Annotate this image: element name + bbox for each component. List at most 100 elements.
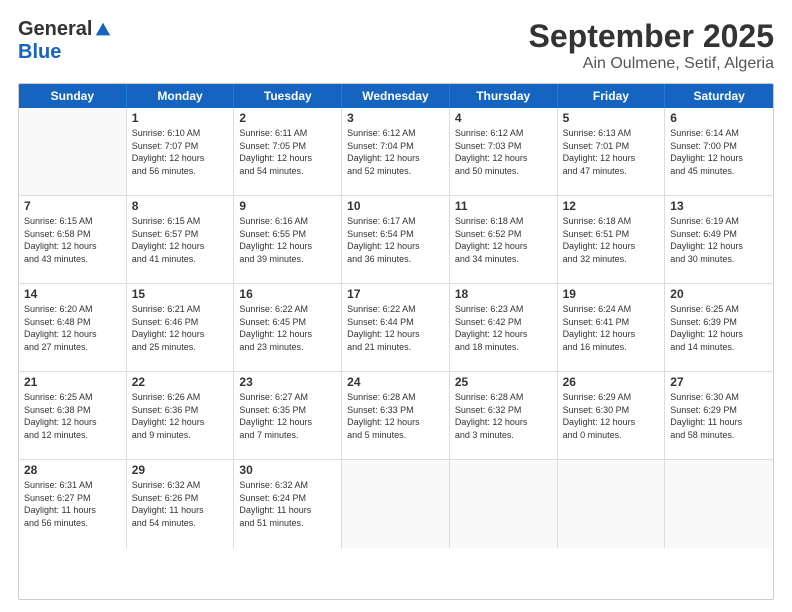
week-row-1: 1 Sunrise: 6:10 AM Sunset: 7:07 PM Daylig… bbox=[19, 108, 773, 196]
day-number: 29 bbox=[132, 463, 229, 477]
cell-w2-d3: 9Sunrise: 6:16 AM Sunset: 6:55 PM Daylig… bbox=[234, 196, 342, 283]
cell-w5-d4 bbox=[342, 460, 450, 548]
day-number: 15 bbox=[132, 287, 229, 301]
day-number: 20 bbox=[670, 287, 768, 301]
cell-w5-d2: 29 Sunrise: 6:32 AM Sunset: 6:26 PM Dayli… bbox=[127, 460, 235, 548]
day-number: 26 bbox=[563, 375, 660, 389]
cell-w2-d6: 12 Sunrise: 6:18 AM Sunset: 6:51 PM Dayli… bbox=[558, 196, 666, 283]
day-number: 19 bbox=[563, 287, 660, 301]
day-number: 24 bbox=[347, 375, 444, 389]
day-info: Sunrise: 6:29 AM Sunset: 6:30 PM Dayligh… bbox=[563, 391, 660, 441]
cell-w2-d5: 11 Sunrise: 6:18 AM Sunset: 6:52 PM Dayli… bbox=[450, 196, 558, 283]
day-info: Sunrise: 6:28 AM Sunset: 6:32 PM Dayligh… bbox=[455, 391, 552, 441]
cell-w1-d3: 2 Sunrise: 6:11 AM Sunset: 7:05 PM Daylig… bbox=[234, 108, 342, 195]
header-thursday: Thursday bbox=[450, 84, 558, 108]
cell-w4-d5: 25Sunrise: 6:28 AM Sunset: 6:32 PM Dayli… bbox=[450, 372, 558, 459]
cell-w2-d7: 13 Sunrise: 6:19 AM Sunset: 6:49 PM Dayli… bbox=[665, 196, 773, 283]
day-number: 2 bbox=[239, 111, 336, 125]
day-number: 5 bbox=[563, 111, 660, 125]
cell-w3-d6: 19 Sunrise: 6:24 AM Sunset: 6:41 PM Dayli… bbox=[558, 284, 666, 371]
day-info: Sunrise: 6:25 AM Sunset: 6:39 PM Dayligh… bbox=[670, 303, 768, 353]
day-number: 27 bbox=[670, 375, 768, 389]
page: General Blue September 2025 Ain Oulmene,… bbox=[0, 0, 792, 612]
day-info: Sunrise: 6:31 AM Sunset: 6:27 PM Dayligh… bbox=[24, 479, 121, 529]
cell-w4-d1: 21Sunrise: 6:25 AM Sunset: 6:38 PM Dayli… bbox=[19, 372, 127, 459]
header: General Blue September 2025 Ain Oulmene,… bbox=[18, 18, 774, 73]
day-info: Sunrise: 6:12 AM Sunset: 7:03 PM Dayligh… bbox=[455, 127, 552, 177]
day-number: 13 bbox=[670, 199, 768, 213]
cell-w4-d4: 24 Sunrise: 6:28 AM Sunset: 6:33 PM Dayli… bbox=[342, 372, 450, 459]
day-info: Sunrise: 6:26 AM Sunset: 6:36 PM Dayligh… bbox=[132, 391, 229, 441]
day-number: 1 bbox=[132, 111, 229, 125]
day-info: Sunrise: 6:27 AM Sunset: 6:35 PM Dayligh… bbox=[239, 391, 336, 441]
cell-w3-d2: 15 Sunrise: 6:21 AM Sunset: 6:46 PM Dayli… bbox=[127, 284, 235, 371]
day-info: Sunrise: 6:12 AM Sunset: 7:04 PM Dayligh… bbox=[347, 127, 444, 177]
cell-w2-d4: 10 Sunrise: 6:17 AM Sunset: 6:54 PM Dayli… bbox=[342, 196, 450, 283]
day-info: Sunrise: 6:24 AM Sunset: 6:41 PM Dayligh… bbox=[563, 303, 660, 353]
day-info: Sunrise: 6:18 AM Sunset: 6:51 PM Dayligh… bbox=[563, 215, 660, 265]
cell-w2-d1: 7Sunrise: 6:15 AM Sunset: 6:58 PM Daylig… bbox=[19, 196, 127, 283]
day-number: 17 bbox=[347, 287, 444, 301]
cell-w5-d7 bbox=[665, 460, 773, 548]
page-subtitle: Ain Oulmene, Setif, Algeria bbox=[529, 55, 774, 73]
calendar: Sunday Monday Tuesday Wednesday Thursday… bbox=[18, 83, 774, 600]
cell-w2-d2: 8Sunrise: 6:15 AM Sunset: 6:57 PM Daylig… bbox=[127, 196, 235, 283]
cell-w5-d6 bbox=[558, 460, 666, 548]
day-info: Sunrise: 6:21 AM Sunset: 6:46 PM Dayligh… bbox=[132, 303, 229, 353]
day-info: Sunrise: 6:20 AM Sunset: 6:48 PM Dayligh… bbox=[24, 303, 121, 353]
header-sunday: Sunday bbox=[19, 84, 127, 108]
header-saturday: Saturday bbox=[665, 84, 773, 108]
day-info: Sunrise: 6:11 AM Sunset: 7:05 PM Dayligh… bbox=[239, 127, 336, 177]
day-number: 9 bbox=[239, 199, 336, 213]
day-info: Sunrise: 6:32 AM Sunset: 6:26 PM Dayligh… bbox=[132, 479, 229, 529]
title-block: September 2025 Ain Oulmene, Setif, Alger… bbox=[529, 18, 774, 73]
cell-w1-d6: 5 Sunrise: 6:13 AM Sunset: 7:01 PM Daylig… bbox=[558, 108, 666, 195]
cell-w4-d2: 22 Sunrise: 6:26 AM Sunset: 6:36 PM Dayli… bbox=[127, 372, 235, 459]
logo-general: General bbox=[18, 18, 92, 41]
day-info: Sunrise: 6:28 AM Sunset: 6:33 PM Dayligh… bbox=[347, 391, 444, 441]
day-info: Sunrise: 6:30 AM Sunset: 6:29 PM Dayligh… bbox=[670, 391, 768, 441]
day-info: Sunrise: 6:19 AM Sunset: 6:49 PM Dayligh… bbox=[670, 215, 768, 265]
day-info: Sunrise: 6:18 AM Sunset: 6:52 PM Dayligh… bbox=[455, 215, 552, 265]
cell-w3-d4: 17Sunrise: 6:22 AM Sunset: 6:44 PM Dayli… bbox=[342, 284, 450, 371]
cell-w4-d6: 26 Sunrise: 6:29 AM Sunset: 6:30 PM Dayli… bbox=[558, 372, 666, 459]
day-number: 11 bbox=[455, 199, 552, 213]
cell-w1-d2: 1 Sunrise: 6:10 AM Sunset: 7:07 PM Daylig… bbox=[127, 108, 235, 195]
day-info: Sunrise: 6:10 AM Sunset: 7:07 PM Dayligh… bbox=[132, 127, 229, 177]
day-info: Sunrise: 6:13 AM Sunset: 7:01 PM Dayligh… bbox=[563, 127, 660, 177]
cell-w1-d7: 6 Sunrise: 6:14 AM Sunset: 7:00 PM Daylig… bbox=[665, 108, 773, 195]
week-row-5: 28 Sunrise: 6:31 AM Sunset: 6:27 PM Dayli… bbox=[19, 460, 773, 548]
day-number: 10 bbox=[347, 199, 444, 213]
day-info: Sunrise: 6:22 AM Sunset: 6:45 PM Dayligh… bbox=[239, 303, 336, 353]
cell-w3-d5: 18 Sunrise: 6:23 AM Sunset: 6:42 PM Dayli… bbox=[450, 284, 558, 371]
day-info: Sunrise: 6:15 AM Sunset: 6:58 PM Dayligh… bbox=[24, 215, 121, 265]
day-info: Sunrise: 6:14 AM Sunset: 7:00 PM Dayligh… bbox=[670, 127, 768, 177]
logo: General Blue bbox=[18, 18, 112, 64]
cell-w4-d3: 23 Sunrise: 6:27 AM Sunset: 6:35 PM Dayli… bbox=[234, 372, 342, 459]
day-number: 22 bbox=[132, 375, 229, 389]
cell-w1-d4: 3Sunrise: 6:12 AM Sunset: 7:04 PM Daylig… bbox=[342, 108, 450, 195]
day-number: 18 bbox=[455, 287, 552, 301]
header-friday: Friday bbox=[558, 84, 666, 108]
header-monday: Monday bbox=[127, 84, 235, 108]
cell-w1-d5: 4Sunrise: 6:12 AM Sunset: 7:03 PM Daylig… bbox=[450, 108, 558, 195]
day-number: 21 bbox=[24, 375, 121, 389]
day-number: 16 bbox=[239, 287, 336, 301]
calendar-header: Sunday Monday Tuesday Wednesday Thursday… bbox=[19, 84, 773, 108]
cell-w3-d7: 20 Sunrise: 6:25 AM Sunset: 6:39 PM Dayli… bbox=[665, 284, 773, 371]
day-number: 12 bbox=[563, 199, 660, 213]
day-info: Sunrise: 6:15 AM Sunset: 6:57 PM Dayligh… bbox=[132, 215, 229, 265]
week-row-2: 7Sunrise: 6:15 AM Sunset: 6:58 PM Daylig… bbox=[19, 196, 773, 284]
day-number: 23 bbox=[239, 375, 336, 389]
day-number: 6 bbox=[670, 111, 768, 125]
logo-blue-text: Blue bbox=[18, 41, 61, 64]
day-number: 28 bbox=[24, 463, 121, 477]
header-wednesday: Wednesday bbox=[342, 84, 450, 108]
logo-text: General bbox=[18, 18, 112, 41]
day-info: Sunrise: 6:23 AM Sunset: 6:42 PM Dayligh… bbox=[455, 303, 552, 353]
cell-w1-d1 bbox=[19, 108, 127, 195]
day-info: Sunrise: 6:32 AM Sunset: 6:24 PM Dayligh… bbox=[239, 479, 336, 529]
day-info: Sunrise: 6:17 AM Sunset: 6:54 PM Dayligh… bbox=[347, 215, 444, 265]
cell-w5-d3: 30Sunrise: 6:32 AM Sunset: 6:24 PM Dayli… bbox=[234, 460, 342, 548]
cell-w3-d3: 16 Sunrise: 6:22 AM Sunset: 6:45 PM Dayli… bbox=[234, 284, 342, 371]
